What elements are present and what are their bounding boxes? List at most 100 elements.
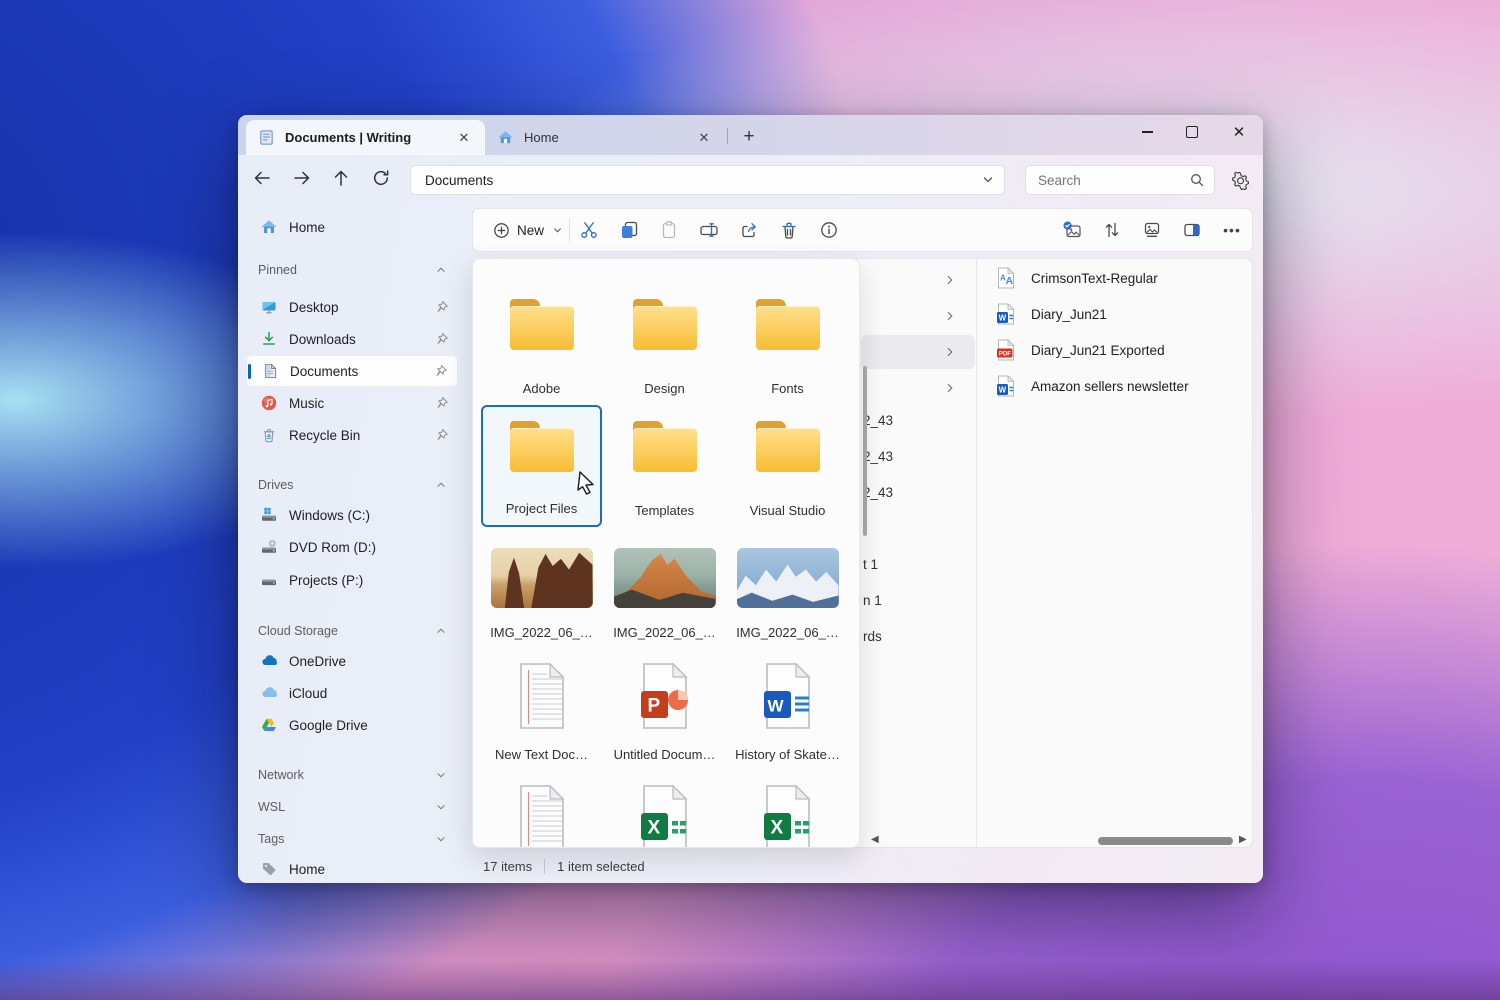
horizontal-scrollbar-thumb[interactable] [1098,837,1233,845]
column-item-label[interactable]: rds [863,629,882,649]
tab-home[interactable]: Home ✕ [485,120,725,155]
maximize-button[interactable] [1170,115,1214,149]
file-name: Diary_Jun21 [1031,307,1107,322]
sidebar-item-tag-home[interactable]: Home [246,853,458,883]
folder-tile-visual-studio[interactable]: Visual Studio [727,405,848,527]
sidebar-item-windows-c[interactable]: Windows (C:) [246,499,458,531]
file-row-amazon-newsletter[interactable]: W Amazon sellers newsletter [980,369,1248,403]
document-tile-powerpoint[interactable]: P Untitled Docum… [604,649,725,771]
chevron-down-icon[interactable] [434,800,448,814]
file-row-crimsontext[interactable]: AA CrimsonText-Regular [980,261,1248,295]
sidebar-item-icloud[interactable]: iCloud [246,677,458,709]
properties-button[interactable] [811,214,847,246]
sidebar-section-pinned[interactable]: Pinned [246,256,458,284]
pin-icon[interactable] [434,300,449,315]
file-row-diary[interactable]: W Diary_Jun21 [980,297,1248,331]
sidebar-section-tags[interactable]: Tags [246,825,458,853]
document-tile-text[interactable]: New Text Doc… [481,649,602,771]
column-item-label[interactable]: 2_43 [863,449,893,469]
rename-button[interactable] [691,214,727,246]
up-button[interactable] [325,162,357,194]
column-item-label[interactable]: 2_43 [863,485,893,505]
document-tile-excel[interactable]: X [604,771,725,848]
chevron-up-icon[interactable] [434,478,448,492]
pin-icon[interactable] [434,428,449,443]
sort-button[interactable] [1094,214,1130,246]
folder-tile-templates[interactable]: Templates [604,405,725,527]
sidebar-item-home[interactable]: Home [246,211,458,243]
image-tile[interactable]: IMG_2022_06_… [727,527,848,649]
folder-tile-project-files-selected[interactable]: Project Files [481,405,602,527]
view-button[interactable] [1134,214,1170,246]
sidebar-section-wsl[interactable]: WSL [246,793,458,821]
chevron-up-icon[interactable] [434,263,448,277]
image-tile[interactable]: IMG_2022_06_… [481,527,602,649]
scroll-left-arrow[interactable]: ◀ [871,834,879,845]
pin-icon[interactable] [434,332,449,347]
refresh-button[interactable] [365,162,397,194]
sidebar-item-onedrive[interactable]: OneDrive [246,645,458,677]
pin-icon[interactable] [434,396,449,411]
sidebar-item-music[interactable]: Music [246,387,458,419]
document-icon [261,362,279,380]
home-icon [260,218,278,236]
copy-button[interactable] [611,214,647,246]
tab-close-icon[interactable]: ✕ [453,127,475,149]
folder-tile-adobe[interactable]: Adobe [481,283,602,405]
chevron-down-icon[interactable] [980,172,996,188]
more-options-button[interactable]: ••• [1214,214,1250,246]
sidebar-item-dvd-d[interactable]: DVD Rom (D:) [246,531,458,563]
sidebar-item-desktop[interactable]: Desktop [246,291,458,323]
delete-button[interactable] [771,214,807,246]
preview-pane-button[interactable] [1174,214,1210,246]
sidebar-item-documents[interactable]: Documents [246,355,458,387]
document-tile-word[interactable]: W History of Skate… [727,649,848,771]
column-item-label[interactable]: t 1 [863,557,878,577]
sidebar-item-google-drive[interactable]: Google Drive [246,709,458,741]
share-button[interactable] [731,214,767,246]
column-item-label[interactable]: 2_43 [863,413,893,433]
cut-button[interactable] [571,214,607,246]
new-button[interactable]: New [483,215,574,245]
folder-tile-fonts[interactable]: Fonts [727,283,848,405]
document-tile-text[interactable] [481,771,602,848]
select-button[interactable] [1054,214,1090,246]
column-folder-row[interactable] [861,263,975,297]
file-row-diary-exported[interactable]: PDF Diary_Jun21 Exported [980,333,1248,367]
font-file-icon: AA [996,267,1016,289]
sidebar-section-drives[interactable]: Drives [246,471,458,499]
address-bar[interactable]: Documents [410,165,1005,195]
sidebar-section-cloud-storage[interactable]: Cloud Storage [246,617,458,645]
back-button[interactable] [246,162,278,194]
tab-close-icon[interactable]: ✕ [693,127,715,149]
chevron-right-icon [943,381,957,395]
paste-button[interactable] [651,214,687,246]
tab-documents-writing[interactable]: Documents | Writing ✕ [246,120,485,155]
column-folder-row[interactable] [861,371,975,405]
scroll-right-arrow[interactable]: ▶ [1239,834,1247,845]
chevron-down-icon[interactable] [434,832,448,846]
section-label: Drives [258,478,293,492]
new-tab-button[interactable]: + [735,124,763,150]
google-drive-icon [260,716,278,734]
chevron-down-icon[interactable] [434,768,448,782]
column-scrollbar[interactable] [863,366,867,536]
chevron-up-icon[interactable] [434,624,448,638]
column-folder-row[interactable] [861,299,975,333]
sidebar-item-projects-p[interactable]: Projects (P:) [246,564,458,596]
search-input[interactable]: Search [1025,165,1215,195]
close-button[interactable]: ✕ [1217,115,1261,149]
sidebar-item-recycle-bin[interactable]: Recycle Bin [246,419,458,451]
document-tile-excel[interactable]: X [727,771,848,848]
pin-icon[interactable] [433,364,448,379]
folder-tile-design[interactable]: Design [604,283,725,405]
forward-button[interactable] [286,162,318,194]
image-tile[interactable]: IMG_2022_06_… [604,527,725,649]
settings-button[interactable] [1224,164,1256,196]
column-item-label[interactable]: n 1 [863,593,882,613]
sidebar-item-downloads[interactable]: Downloads [246,323,458,355]
minimize-button[interactable] [1125,115,1169,149]
sidebar-section-network[interactable]: Network [246,761,458,789]
column-folder-row-selected[interactable] [861,335,975,369]
tag-icon [260,860,278,878]
